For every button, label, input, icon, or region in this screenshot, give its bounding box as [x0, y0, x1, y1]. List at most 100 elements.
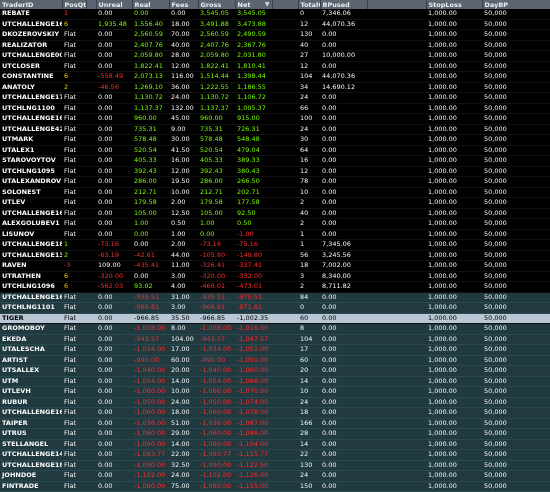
cell-stop-loss: 1,000.00: [426, 218, 482, 230]
table-row[interactable]: ALEXGOLUBEV1 Flat 0.00 1.00 0.50 1.00 0.50 2 0.0…: [0, 218, 550, 230]
column-header-bp-used[interactable]: BPused: [320, 0, 368, 9]
table-row[interactable]: UTRUS Flat 0.00 -1,060.00 29.00 -1,060.00 -1,0…: [0, 428, 550, 440]
cell-stop-loss: 1,000.00: [426, 40, 482, 51]
cell-spacer-1: [86, 439, 96, 450]
column-header-spacer-1[interactable]: [86, 0, 97, 9]
cell-fees: 18.00: [169, 19, 198, 30]
table-row[interactable]: UTCHALLENGE164 Flat 0.00 -939.51 31.00 -939.5…: [0, 292, 550, 303]
table-row[interactable]: UTCHALLENGE167 Flat 0.00 960.00 45.00 960.00 9…: [0, 113, 550, 125]
cell-unreal: 0.00: [96, 92, 132, 104]
table-row[interactable]: FINTRADE Flat 0.00 -1,080.00 75.00 -1,080.00-…: [0, 481, 550, 492]
cell-unreal: 0.00: [96, 460, 132, 471]
column-header-day-bp[interactable]: DayBP: [482, 0, 550, 9]
table-row[interactable]: REBATE 1 0.00 0.00 0.00 3,545.05 3,545.05 0 7,34…: [0, 9, 550, 20]
table-row[interactable]: REALIZATOR Flat 0.00 2,407.76 40.00 2,407.76 2…: [0, 40, 550, 51]
table-row[interactable]: UTALEXANDROV Flat 0.00 286.00 19.50 286.00 266…: [0, 176, 550, 188]
cell-stop-loss: 1,000.00: [426, 61, 482, 72]
column-header-trader-id[interactable]: TraderID: [0, 0, 63, 9]
table-row[interactable]: UTCHALLENGE429 Flat 0.00 735.31 9.00 735.31 72…: [0, 124, 550, 135]
table-row[interactable]: UTSALLEX Flat 0.00 -1,040.00 20.00 -1,040.00-…: [0, 365, 550, 377]
column-header-real[interactable]: Real: [132, 0, 170, 9]
table-row[interactable]: UTCHALLENGE149 Flat 0.00 -1,093.77 22.00 -1,0…: [0, 449, 550, 461]
cell-spacer-1: [86, 40, 96, 51]
table-row[interactable]: DKOZEROVSKIY Flat 0.00 2,560.59 70.00 2,560.5…: [0, 29, 550, 41]
cell-day-bp: 50,000: [482, 376, 550, 387]
table-row[interactable]: RUBUR Flat 0.00 -1,050.00 24.00 -1,050.00 -1,0…: [0, 397, 550, 408]
cell-spacer-1: [86, 428, 96, 440]
column-header-net[interactable]: Net ▼: [235, 0, 273, 9]
cell-trader-id: CONSTANTINE: [0, 71, 62, 83]
table-row[interactable]: UTCHALLENGE135 2 -63.19 -42.61 44.00 -105.80-…: [0, 250, 550, 261]
table-row[interactable]: TIGER Flat 0.00 -966.85 35.50 -966.85 -1,002.3…: [0, 313, 550, 324]
table-row[interactable]: UTALESCHA Flat 0.00 -1,034.00 17.00 -1,034.00…: [0, 344, 550, 356]
cell-spacer-2: [272, 124, 298, 135]
table-row[interactable]: UTLEV Flat 0.00 179.58 2.00 179.58 177.58 2 0.00…: [0, 197, 550, 209]
cell-day-bp: 50,000: [482, 124, 550, 135]
cell-fees: 8.00: [169, 323, 198, 335]
cell-fees: 3.00: [169, 271, 198, 282]
table-row[interactable]: UTCHALLENGE165 Flat 0.00 -1,060.00 18.00 -1,0…: [0, 407, 550, 419]
table-row[interactable]: UTCHALLENGE162 6 1,935.48 1,556.40 18.00 3,49…: [0, 19, 550, 30]
cell-spacer-3: [367, 40, 426, 51]
table-row[interactable]: LISUNOV Flat 0.00 0.00 1.00 0.00 -1.00 1 0.00 1,0…: [0, 229, 550, 240]
cell-total-qty: 12: [298, 19, 320, 30]
cell-spacer-2: [272, 292, 298, 303]
table-row[interactable]: UTCHALLENGE160 Flat 0.00 105.00 12.50 105.00 9…: [0, 208, 550, 219]
cell-spacer-1: [86, 124, 96, 135]
table-row[interactable]: SOLONEST Flat 0.00 212.71 10.00 212.71 202.71 1…: [0, 187, 550, 198]
cell-stop-loss: 1,000.00: [426, 449, 482, 461]
table-row[interactable]: UTCHALLENGE185 Flat 0.00 -1,090.00 32.50 -1,0…: [0, 460, 550, 471]
cell-bp-used: 10,000.00: [320, 50, 367, 62]
table-row[interactable]: UTRATHEN 6 -320.00 0.00 3.00 -320.00 -332.00 3 8…: [0, 271, 550, 282]
table-row[interactable]: GROMOBOY Flat 0.00 -1,008.00 8.00 -1,008.00 -1…: [0, 323, 550, 335]
table-row[interactable]: UTCHLNG1101 Flat 0.00 -968.81 3.00 -968.81 -97…: [0, 302, 550, 314]
column-header-total-qty[interactable]: TotalQty: [298, 0, 321, 9]
column-header-spacer-3[interactable]: [367, 0, 427, 9]
table-row[interactable]: UTCHALLENGE187 1 -73.16 0.00 2.00 -73.16 -75.1…: [0, 239, 550, 251]
table-row[interactable]: UTMARK Flat 0.00 578.48 30.00 578.48 548.48 30 0…: [0, 134, 550, 146]
table-row[interactable]: UTCLOSER Flat 0.00 1,822.41 12.00 1,822.41 1,8…: [0, 61, 550, 72]
table-row[interactable]: UTCHLNG1096 6 -562.03 93.02 4.00 -469.01 -473.…: [0, 281, 550, 293]
cell-pos-qty: Flat: [62, 355, 86, 366]
table-row[interactable]: UTCHLNG1095 Flat 0.00 392.43 12.00 392.43 380.…: [0, 166, 550, 177]
column-header-stop-loss[interactable]: StopLoss: [426, 0, 483, 9]
column-header-gross[interactable]: Gross: [198, 0, 236, 9]
cell-bp-used: 0.00: [320, 376, 367, 387]
sort-desc-icon[interactable]: ▼: [265, 1, 270, 8]
cell-gross: -73.16: [198, 239, 235, 251]
table-row[interactable]: RAVEN -3 109.00 -435.41 11.00 -326.41 -337.41 1…: [0, 260, 550, 272]
cell-total-qty: 66: [298, 103, 320, 114]
table-row[interactable]: EKEDA Flat 0.00 -943.57 104.00 -943.57 -1,047.…: [0, 334, 550, 345]
cell-fees: 60.00: [169, 355, 198, 366]
cell-spacer-1: [86, 386, 96, 398]
table-row[interactable]: ANATOLY 2 -46.56 1,269.10 36.00 1,222.55 1,186…: [0, 82, 550, 93]
table-row[interactable]: ARTIST Flat 0.00 -990.00 60.00 -990.00 -1,050.…: [0, 355, 550, 366]
cell-unreal: -63.19: [96, 250, 132, 261]
column-header-spacer-2[interactable]: [272, 0, 299, 9]
cell-fees: 45.00: [169, 113, 198, 125]
cell-spacer-2: [272, 470, 298, 482]
table-row[interactable]: STAROVOYTOV Flat 0.00 405.33 16.00 405.33 389.…: [0, 155, 550, 167]
table-row[interactable]: UTM Flat 0.00 -1,054.00 14.00 -1,054.00 -1,068…: [0, 376, 550, 387]
table-row[interactable]: UTALEX1 Flat 0.00 520.54 41.50 520.54 479.04 64…: [0, 145, 550, 156]
column-header-fees[interactable]: Fees: [169, 0, 199, 9]
table-row[interactable]: STELLANGEL Flat 0.00 -1,090.00 14.00 -1,090.0…: [0, 439, 550, 450]
cell-unreal: 0.00: [96, 29, 132, 41]
cell-net: 92.50: [235, 208, 272, 219]
table-row[interactable]: CONSTANTINE 6 -558.49 2,073.13 116.00 1,514.4…: [0, 71, 550, 83]
table-row[interactable]: UTLEVH Flat 0.00 -1,060.00 10.00 -1,060.00 -1,…: [0, 386, 550, 398]
cell-net: 266.50: [235, 176, 272, 188]
column-header-unreal[interactable]: Unreal: [96, 0, 133, 9]
table-row[interactable]: UTCHALLENGE175 Flat 0.00 1,130.72 24.00 1,130…: [0, 92, 550, 104]
table-row[interactable]: JOHNDOE Flat 0.00 -1,102.00 24.00 -1,102.00 -1…: [0, 470, 550, 482]
cell-spacer-1: [86, 218, 96, 230]
cell-bp-used: 0.00: [320, 397, 367, 408]
table-row[interactable]: TAIPER Flat 0.00 -1,036.00 51.00 -1,036.00 -1,…: [0, 418, 550, 429]
cell-real: -943.57: [132, 334, 169, 345]
cell-spacer-1: [86, 187, 96, 198]
cell-day-bp: 50,000: [482, 71, 550, 83]
column-header-pos-qty[interactable]: PosQty: [62, 0, 87, 9]
table-row[interactable]: UTCHLNG1100 Flat 0.00 1,137.37 132.00 1,137.3…: [0, 103, 550, 114]
table-row[interactable]: UTCHALLENGE00 Flat 0.00 2,059.80 28.00 2,059.…: [0, 50, 550, 62]
cell-pos-qty: Flat: [62, 344, 86, 356]
